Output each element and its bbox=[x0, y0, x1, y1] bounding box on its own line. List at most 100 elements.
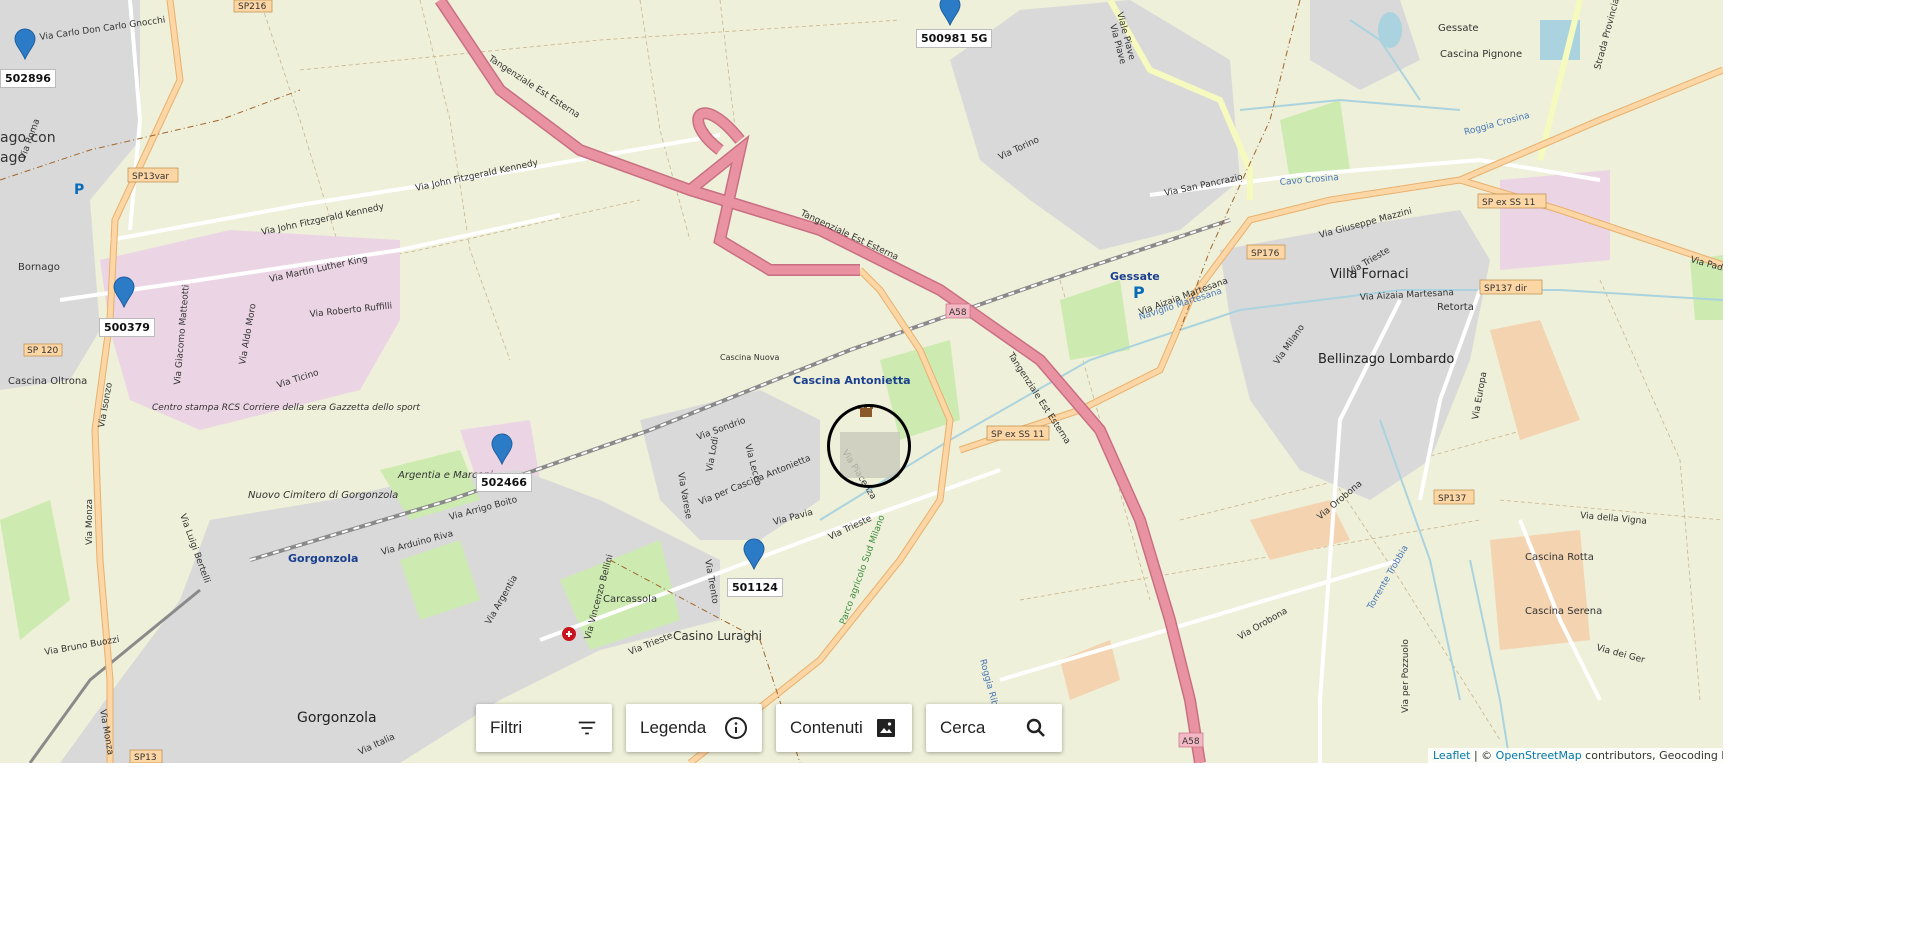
place-label: Cascina Nuova bbox=[720, 353, 779, 362]
map-pin-marker[interactable] bbox=[112, 276, 136, 309]
road-label: Via Ticino bbox=[276, 368, 321, 391]
contents-button-label: Contenuti bbox=[790, 718, 863, 737]
road-label: Via Lodi bbox=[705, 436, 721, 473]
pin-icon bbox=[14, 28, 36, 61]
place-label: Bornago bbox=[18, 262, 60, 273]
place-label: Nuovo Cimitero di Gorgonzola bbox=[248, 490, 398, 501]
svg-text:SP13: SP13 bbox=[134, 753, 157, 763]
road-label: Strada Provinciale bbox=[1593, 0, 1624, 71]
road-label: Via Milano bbox=[1272, 323, 1307, 367]
place-label: Carcassola bbox=[603, 594, 657, 605]
map-attribution: Leaflet | © OpenStreetMap contributors, … bbox=[1428, 748, 1723, 763]
road-label: Torrente Trobbia bbox=[1365, 544, 1410, 612]
leaflet-link[interactable]: Leaflet bbox=[1433, 749, 1470, 762]
road-label: Tangenziale Est Esterna bbox=[798, 208, 900, 263]
place-label: Cascina Oltrona bbox=[8, 376, 87, 387]
road-shield: SP13 bbox=[129, 749, 163, 763]
pin-label[interactable]: 500981 5G bbox=[916, 29, 993, 48]
pin-label[interactable]: 500379 bbox=[99, 318, 155, 337]
pin-icon bbox=[491, 433, 513, 466]
road-label: Via Sondrio bbox=[696, 416, 748, 443]
road-shield: SP13var bbox=[127, 167, 179, 183]
road-label: Via della Vigna bbox=[1580, 511, 1647, 527]
road-label: Cavo Crosina bbox=[1279, 173, 1339, 188]
legend-button[interactable]: Legenda bbox=[626, 704, 762, 752]
road-shield: SP137 bbox=[1433, 489, 1475, 505]
road-label: Tangenziale Est Esterna bbox=[486, 54, 582, 121]
pin-icon bbox=[939, 0, 961, 27]
svg-text:SP13var: SP13var bbox=[132, 172, 169, 182]
road-label: Via Roberto Ruffilli bbox=[309, 301, 392, 320]
svg-text:SP 120: SP 120 bbox=[27, 346, 58, 356]
road-label: Via Argentia bbox=[484, 574, 520, 627]
road-label: Via Europa bbox=[1471, 371, 1489, 420]
filters-button[interactable]: Filtri bbox=[476, 704, 612, 752]
road-label: Via Arduino Riva bbox=[380, 529, 454, 558]
filter-list-icon bbox=[578, 721, 596, 735]
image-icon bbox=[877, 719, 895, 737]
place-label: Cascina Antonietta bbox=[793, 374, 911, 387]
map-labels: Gorgonzola Gorgonzola Bellinzago Lombard… bbox=[0, 0, 1723, 763]
road-label: Via Giacomo Matteotti bbox=[173, 284, 192, 385]
pin-icon bbox=[743, 538, 765, 571]
road-label: Via Monza bbox=[85, 499, 95, 545]
road-label: Via Varese bbox=[675, 472, 693, 521]
road-shield: SP 120 bbox=[23, 343, 63, 357]
place-label: Centro stampa RCS Corriere della sera Ga… bbox=[152, 403, 420, 413]
road-label: Via Trento bbox=[702, 559, 720, 605]
road-label: Via Orobona bbox=[1237, 606, 1290, 642]
road-label: Roggia Crosina bbox=[1463, 111, 1531, 138]
road-shield: A58 bbox=[945, 303, 971, 319]
road-shield: A58 bbox=[1178, 732, 1204, 748]
road-label: Via Aizaia Martesana bbox=[1360, 288, 1454, 303]
road-label: Via Trieste bbox=[827, 514, 874, 543]
svg-text:A58: A58 bbox=[1182, 737, 1200, 747]
road-label: Via Carlo Don Carlo Gnocchi bbox=[39, 15, 166, 43]
map-canvas[interactable]: Gorgonzola Gorgonzola Bellinzago Lombard… bbox=[0, 0, 1723, 763]
place-label: Gorgonzola bbox=[288, 552, 358, 565]
road-label: Via Monza bbox=[97, 709, 115, 756]
svg-text:SP ex SS 11: SP ex SS 11 bbox=[1482, 198, 1535, 208]
map-pin-marker[interactable] bbox=[742, 538, 766, 571]
pin-label[interactable]: 502466 bbox=[476, 473, 532, 492]
filters-button-label: Filtri bbox=[490, 718, 523, 737]
svg-text:SP216: SP216 bbox=[238, 2, 267, 12]
place-label: Gessate bbox=[1438, 23, 1479, 34]
parking-icon: P bbox=[1133, 283, 1145, 302]
map-pin-marker[interactable] bbox=[490, 433, 514, 466]
attribution-separator: | © bbox=[1470, 749, 1496, 762]
svg-text:SP137 dir: SP137 dir bbox=[1484, 284, 1527, 294]
road-label: Via Giuseppe Mazzini bbox=[1318, 207, 1413, 241]
search-icon bbox=[1026, 718, 1045, 737]
contents-button[interactable]: Contenuti bbox=[776, 704, 912, 752]
legend-button-label: Legenda bbox=[640, 718, 707, 737]
road-shield: SP176 bbox=[1246, 244, 1286, 260]
place-label: Cascina Serena bbox=[1525, 606, 1602, 617]
svg-text:SP176: SP176 bbox=[1251, 249, 1280, 259]
parking-icon: P bbox=[74, 182, 84, 198]
road-label: Via per Pozzuolo bbox=[1401, 639, 1411, 713]
svg-text:A58: A58 bbox=[949, 308, 967, 318]
road-label: Via San Pancrazio bbox=[1164, 172, 1245, 198]
map-pin-marker[interactable] bbox=[938, 0, 962, 27]
map-pin-marker[interactable] bbox=[13, 28, 37, 61]
place-label: Bellinzago Lombardo bbox=[1318, 352, 1454, 367]
osm-link[interactable]: OpenStreetMap bbox=[1496, 749, 1582, 762]
road-label: Via Italia bbox=[357, 732, 397, 758]
road-label: Via Arrigo Boito bbox=[448, 495, 519, 523]
selection-circle[interactable] bbox=[827, 404, 911, 488]
pin-icon bbox=[113, 276, 135, 309]
hospital-icon bbox=[562, 627, 576, 641]
road-shield: SP ex SS 11 bbox=[986, 425, 1050, 441]
road-label: Via dei Ger bbox=[1595, 643, 1646, 666]
search-button[interactable]: Cerca bbox=[926, 704, 1062, 752]
pin-label[interactable]: 501124 bbox=[727, 578, 783, 597]
place-label: Gessate bbox=[1110, 270, 1160, 283]
road-shield: SP ex SS 11 bbox=[1477, 193, 1547, 209]
road-label: Via Martin Luther King bbox=[269, 254, 369, 285]
road-label: Via John Fitzgerald Kennedy bbox=[261, 202, 386, 238]
pin-label[interactable]: 502896 bbox=[0, 69, 56, 88]
road-label: Via John Fitzgerald Kennedy bbox=[415, 158, 540, 194]
info-icon bbox=[725, 717, 747, 739]
road-label: Via Isonzo bbox=[97, 381, 115, 428]
